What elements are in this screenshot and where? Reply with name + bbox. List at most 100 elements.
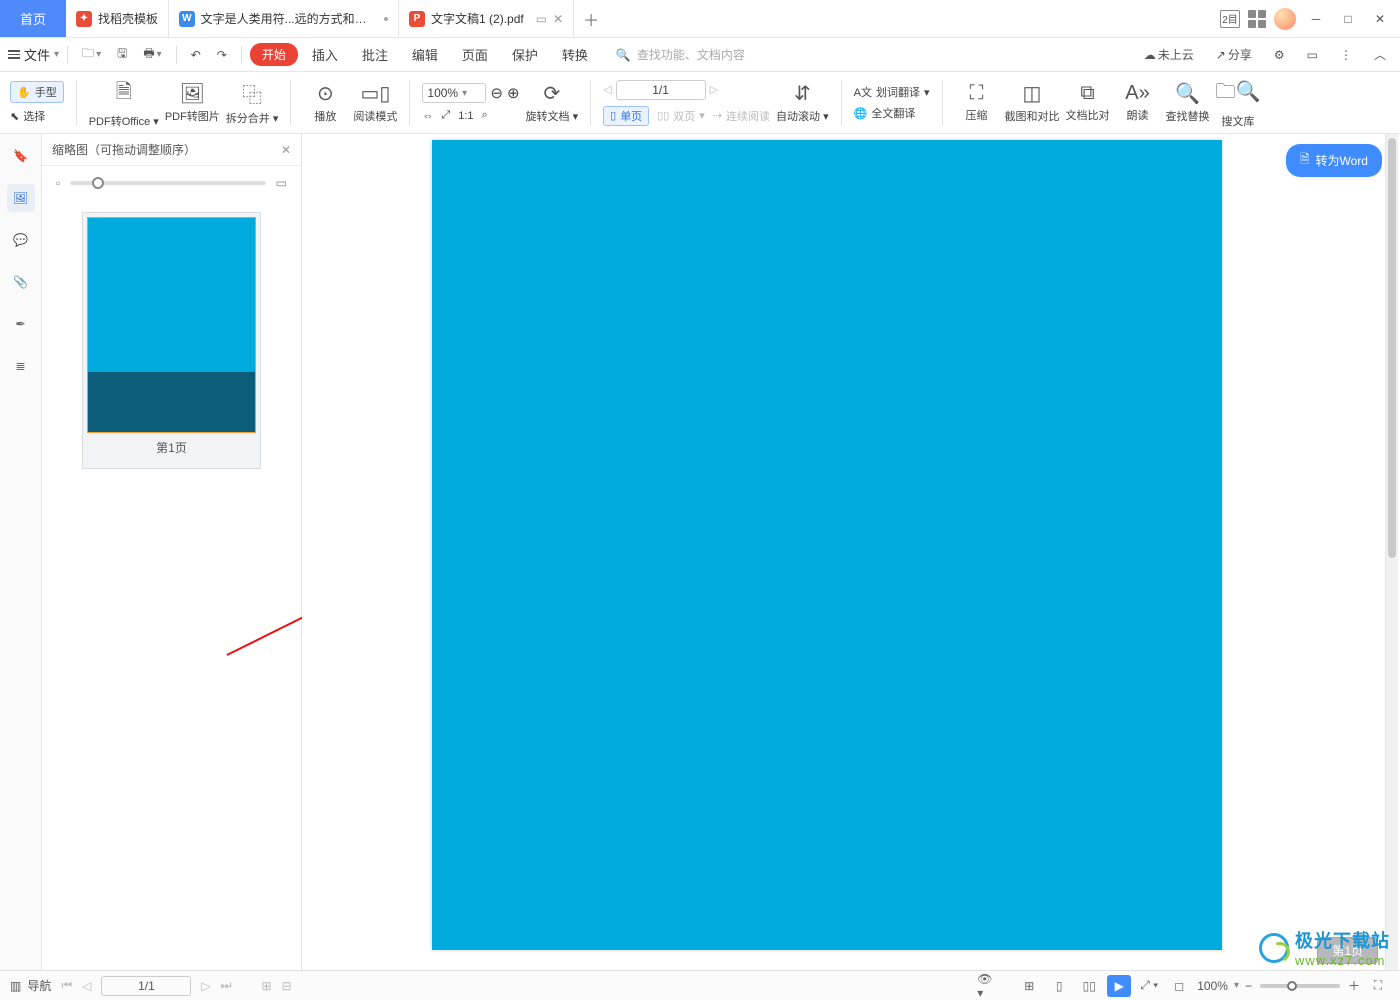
fit-width-icon[interactable]: ⇔ [422, 110, 433, 122]
tab-close-icon[interactable]: ✕ [553, 12, 563, 26]
actual-size-icon[interactable]: 1:1 [458, 110, 473, 122]
double-page-mode[interactable]: ▯▯ 双页 ▾ [657, 108, 705, 124]
new-tab-button[interactable]: ＋ [574, 0, 608, 37]
zoom-in-btn[interactable]: ＋ [1348, 977, 1360, 994]
actual-icon[interactable]: ◻ [1167, 975, 1191, 997]
page-add-icon[interactable]: ⊞ [261, 979, 271, 993]
eye-care-icon[interactable]: 👁 ▾ [977, 975, 1001, 997]
bookmark-icon[interactable]: 🔖 [7, 142, 35, 170]
menu-insert[interactable]: 插入 [302, 41, 348, 68]
menu-page[interactable]: 页面 [452, 41, 498, 68]
attachments-icon[interactable]: 📎 [7, 268, 35, 296]
page-next-icon[interactable]: ▷ [710, 83, 718, 96]
marquee-zoom-icon[interactable]: ⌕ [482, 109, 488, 122]
left-rail: 🔖 🖼 💬 📎 ✒ ≣ [0, 134, 42, 970]
zoom-out-icon[interactable]: ⊖ [490, 84, 503, 102]
undo-button[interactable]: ↶ [185, 44, 207, 66]
panel-close-icon[interactable]: ✕ [281, 143, 291, 157]
status-page-input[interactable]: 1/1 [101, 976, 191, 996]
thumbnail-controls: ▫ ▭ [42, 166, 301, 200]
fullscreen-icon[interactable]: ⛶ [1366, 975, 1390, 997]
more-icon[interactable]: ⋮ [1334, 44, 1358, 66]
full-translate[interactable]: 🌐 全文翻译 [854, 105, 930, 121]
menu-edit[interactable]: 编辑 [402, 41, 448, 68]
thumbnail-page-1[interactable]: 第1页 [82, 212, 261, 469]
thumb-small-icon[interactable]: ▫ [56, 176, 60, 190]
page-input[interactable]: 1/1 [616, 80, 706, 100]
zoom-slider[interactable] [1260, 984, 1340, 988]
page-prev-icon[interactable]: ◁ [603, 83, 611, 96]
print-button[interactable]: 🖶 ▾ [137, 40, 167, 69]
cloud-status[interactable]: ☁ 未上云 [1138, 42, 1200, 67]
search-commands[interactable]: 🔍 查找功能、文档内容 [616, 46, 745, 63]
view-single-icon[interactable]: ▯ [1047, 975, 1071, 997]
play-button[interactable]: ⊙播放 [303, 81, 347, 124]
menu-convert[interactable]: 转换 [552, 41, 598, 68]
reading-mode-badge[interactable]: 2目 [1220, 10, 1240, 28]
window-close-button[interactable]: ✕ [1368, 7, 1392, 31]
file-menu[interactable]: 文件 ▾ [8, 45, 59, 64]
comments-icon[interactable]: 💬 [7, 226, 35, 254]
single-page-mode[interactable]: ▯ 单页 [603, 106, 649, 126]
read-aloud[interactable]: A»朗读 [1116, 82, 1160, 123]
zoom-out-btn[interactable]: − [1245, 979, 1252, 993]
status-bar: ▥ 导航 ⏮ ◁ 1/1 ▷ ⏭ ⊞ ⊟ 👁 ▾ ⊞ ▯ ▯▯ ▶ ⤢ ▾ ◻ … [0, 970, 1400, 1000]
signatures-icon[interactable]: ✒ [7, 310, 35, 338]
menu-start[interactable]: 开始 [250, 43, 298, 66]
pdf-doc-icon: P [409, 11, 425, 27]
hand-tool[interactable]: ✋ 手型 [10, 81, 64, 103]
home-tab[interactable]: 首页 [0, 0, 66, 37]
open-button[interactable]: 🗀 ▾ [76, 40, 107, 69]
collapse-ribbon-icon[interactable]: ︿ [1368, 42, 1392, 67]
find-replace[interactable]: 🔍查找替换 [1166, 81, 1210, 124]
doc-tab-pdf[interactable]: P 文字文稿1 (2).pdf ▭ ✕ [399, 0, 574, 37]
view-present-icon[interactable]: ▶ [1107, 975, 1131, 997]
fit-page-icon[interactable]: ⤢ [441, 109, 450, 122]
window-maximize-button[interactable]: □ [1336, 7, 1360, 31]
rotate-doc[interactable]: ⟳旋转文档 ▾ [526, 81, 579, 124]
vertical-scrollbar[interactable] [1385, 134, 1398, 970]
first-page-icon[interactable]: ⏮ [61, 978, 72, 993]
layers-icon[interactable]: ≣ [7, 352, 35, 380]
file-compare[interactable]: ⧉文档比对 [1066, 82, 1110, 123]
feature-icon[interactable]: ▭ [1301, 44, 1324, 66]
doc-tab-wps[interactable]: W 文字是人类用符...远的方式和工具 [169, 0, 399, 37]
convert-to-word-button[interactable]: 🗎 转为Word [1286, 144, 1382, 177]
nav-toggle[interactable]: ▥ 导航 [10, 977, 51, 994]
menu-annotate[interactable]: 批注 [352, 41, 398, 68]
prev-page-icon[interactable]: ◁ [82, 979, 91, 993]
split-merge[interactable]: ⿻拆分合并 ▾ [226, 79, 279, 126]
apps-grid-icon[interactable] [1248, 10, 1266, 28]
fit-icon[interactable]: ⤢ ▾ [1137, 975, 1161, 997]
avatar[interactable] [1274, 8, 1296, 30]
settings-icon[interactable]: ⚙ [1268, 44, 1291, 66]
page-remove-icon[interactable]: ⊟ [282, 979, 292, 993]
word-translate[interactable]: A文 划词翻译 ▾ [854, 84, 930, 100]
doc-tab-templates[interactable]: ✦ 找稻壳模板 [66, 0, 169, 37]
menu-protect[interactable]: 保护 [502, 41, 548, 68]
read-mode[interactable]: ▭▯阅读模式 [353, 81, 397, 124]
thumbnails-icon[interactable]: 🖼 [7, 184, 35, 212]
pdf-to-office[interactable]: 🗎PDF转Office ▾ [89, 77, 159, 129]
view-thumbs-icon[interactable]: ⊞ [1017, 975, 1041, 997]
tab-menu-icon[interactable]: ▭ [536, 12, 547, 26]
thumbnail-size-slider[interactable] [70, 181, 265, 185]
screenshot-compare[interactable]: ◫截图和对比 [1005, 81, 1060, 124]
pdf-to-image[interactable]: 🖼PDF转图片 [165, 81, 220, 124]
select-tool[interactable]: ⬉ 选择 [10, 108, 64, 124]
share-button[interactable]: ↗ 分享 [1210, 42, 1258, 67]
zoom-in-icon[interactable]: ⊕ [507, 84, 520, 102]
auto-scroll[interactable]: ⇵自动滚动 ▾ [776, 81, 829, 124]
window-minimize-button[interactable]: ─ [1304, 7, 1328, 31]
continuous-mode[interactable]: ⇢ 连续阅读 [713, 108, 770, 124]
compress[interactable]: ⛶压缩 [955, 82, 999, 123]
next-page-icon[interactable]: ▷ [201, 979, 210, 993]
save-button[interactable]: 🖫 [111, 40, 133, 69]
last-page-icon[interactable]: ⏭ [221, 978, 232, 993]
document-viewport[interactable]: 🗎 转为Word 第1页 [302, 134, 1400, 970]
zoom-select[interactable]: 100%▾ [422, 83, 486, 103]
search-library[interactable]: 🗀🔍搜文库 [1216, 77, 1261, 129]
thumb-large-icon[interactable]: ▭ [276, 176, 287, 190]
view-double-icon[interactable]: ▯▯ [1077, 975, 1101, 997]
redo-button[interactable]: ↷ [211, 44, 233, 66]
